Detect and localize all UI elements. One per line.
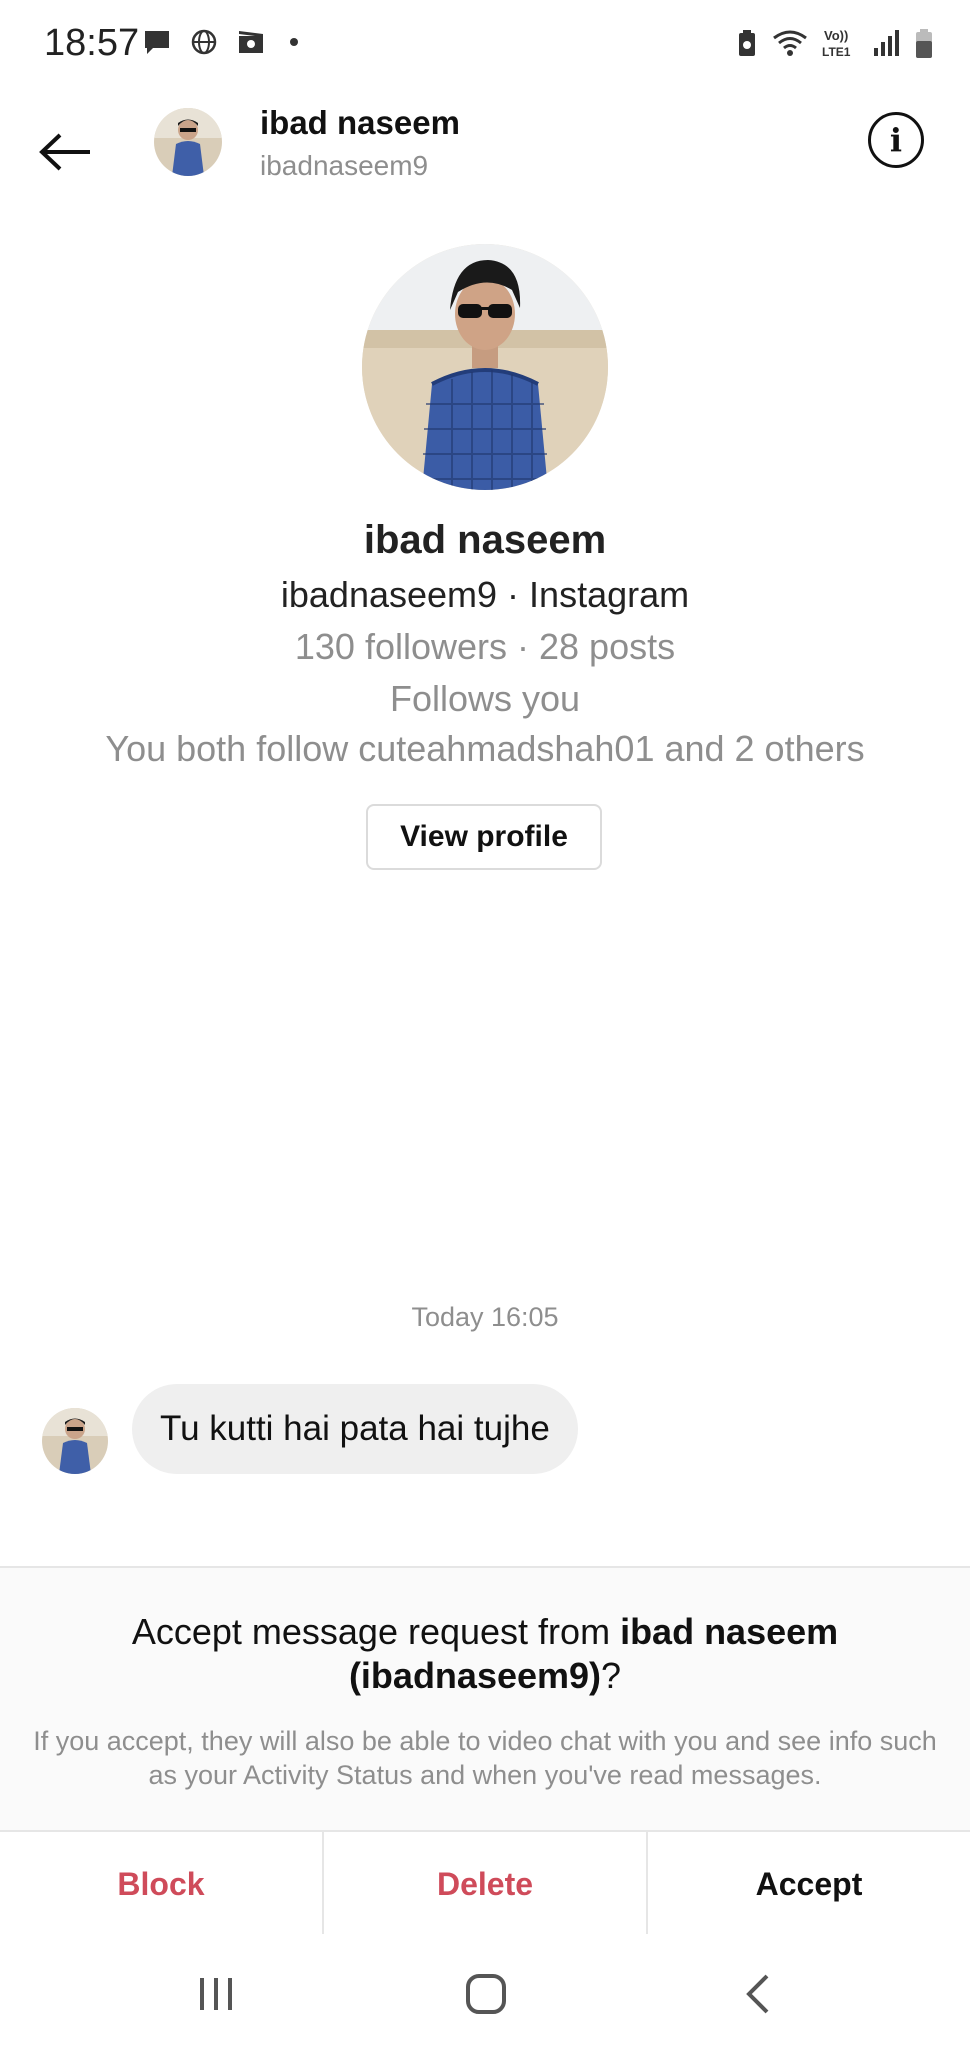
battery-icon: [914, 27, 934, 59]
header-username: ibadnaseem9: [260, 150, 429, 181]
message-icon: [142, 28, 172, 56]
home-button[interactable]: [446, 1964, 526, 2024]
block-button[interactable]: Block: [0, 1832, 324, 1936]
status-bar: 18:57 Vo)) LTE1: [0, 0, 970, 90]
request-description: If you accept, they will also be able to…: [33, 1726, 937, 1790]
system-nav-bar: [0, 1934, 970, 2048]
home-icon: [466, 1974, 506, 2014]
arrow-left-icon: [39, 133, 90, 171]
header-name[interactable]: ibad naseem: [260, 104, 460, 142]
profile-stats: 130 followers · 28 posts: [294, 626, 676, 667]
signal-icon: [872, 28, 900, 58]
message-request-panel: Accept message request from ibad naseem …: [0, 1566, 970, 1832]
mutual-followers: You both follow cuteahmadshah01 and 2 ot…: [105, 728, 865, 769]
profile-photo[interactable]: [362, 244, 608, 490]
message-timestamp: Today 16:05: [411, 1302, 559, 1332]
request-title: Accept message request from ibad naseem …: [60, 1610, 910, 1698]
delete-button[interactable]: Delete: [324, 1832, 648, 1936]
header-avatar[interactable]: [154, 108, 222, 176]
info-icon: i: [889, 121, 903, 159]
message-bubble[interactable]: Tu kutti hai pata hai tujhe: [132, 1384, 578, 1474]
system-icons: Vo)) LTE1: [736, 26, 934, 60]
chat-header: ibad naseem ibadnaseem9 i: [0, 100, 970, 210]
request-title-suffix: ?: [601, 1655, 622, 1696]
profile-name: ibad naseem: [363, 518, 607, 562]
status-time: 18:57: [44, 22, 140, 64]
wifi-icon: [772, 28, 808, 58]
message-avatar[interactable]: [42, 1408, 108, 1474]
recent-apps-icon: [200, 1978, 232, 2010]
accept-button[interactable]: Accept: [648, 1832, 970, 1936]
notification-icons: [142, 28, 298, 56]
media-icon: [236, 28, 266, 56]
volte-icon: Vo)) LTE1: [822, 26, 858, 60]
request-actions: Block Delete Accept: [0, 1830, 970, 1936]
recent-apps-button[interactable]: [176, 1964, 256, 2024]
chevron-left-icon: [746, 1974, 769, 2014]
globe-icon: [190, 28, 218, 56]
view-profile-button[interactable]: View profile: [366, 804, 602, 870]
nav-back-button[interactable]: [718, 1964, 798, 2024]
battery-saver-icon: [736, 28, 758, 58]
info-button[interactable]: i: [868, 112, 924, 168]
request-title-prefix: Accept message request from: [131, 1611, 621, 1652]
profile-subtitle: ibadnaseem9 · Instagram: [280, 574, 690, 615]
more-notifications-dot: [290, 38, 298, 46]
svg-text:LTE1: LTE1: [822, 45, 851, 59]
back-button[interactable]: [34, 120, 98, 184]
svg-text:Vo)): Vo)): [824, 28, 848, 43]
follows-you-label: Follows you: [389, 678, 581, 719]
